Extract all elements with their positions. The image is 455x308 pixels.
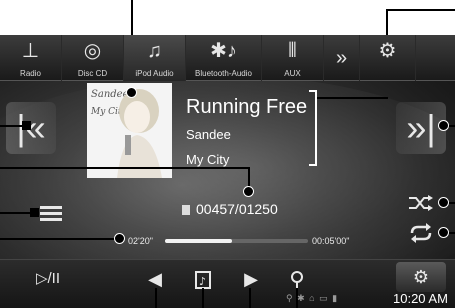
radio-antenna-icon: ⊥ (21, 40, 40, 62)
callout-dot-shuffle (438, 197, 449, 208)
progress-bar[interactable] (165, 239, 308, 243)
wrench-disc-icon: ⚙ (412, 267, 430, 287)
file-icon (182, 205, 190, 215)
callout-dot-next (438, 120, 449, 131)
forward-button[interactable]: ▶ (236, 260, 266, 298)
more-sources-button[interactable]: » (324, 35, 360, 81)
svg-text:♪: ♪ (199, 275, 206, 288)
source-bluetooth-label: Bluetooth-Audio (195, 69, 252, 78)
shuffle-button[interactable] (406, 193, 436, 213)
prev-track-button[interactable]: |« (6, 102, 56, 154)
source-radio[interactable]: ⊥ Radio (0, 35, 62, 81)
callout-line-elapsed (0, 238, 120, 240)
callout-line-track-info (317, 97, 388, 99)
elapsed-time: 02'20" (128, 236, 153, 246)
list-icon (40, 206, 62, 221)
callout-dot-track-number (243, 186, 254, 197)
source-ipod[interactable]: ♫ iPod Audio (124, 35, 186, 81)
list-button[interactable] (36, 204, 68, 222)
play-pause-button[interactable]: ▷/II (22, 260, 74, 298)
source-disc[interactable]: ◎ Disc CD (62, 35, 124, 81)
source-ipod-label: iPod Audio (135, 69, 174, 78)
source-radio-label: Radio (20, 69, 41, 78)
setup-icon: ⚙ (378, 40, 397, 62)
callout-dot-album-art (126, 87, 137, 98)
music-note-icon: ♫ (147, 40, 162, 62)
forward-icon: ▶ (244, 269, 258, 289)
prev-track-icon: |« (16, 107, 46, 148)
source-aux[interactable]: ⫴ AUX (262, 35, 324, 81)
progress-fill (165, 239, 233, 243)
callout-line-rewind (155, 288, 157, 308)
clock: 10:20 AM (393, 291, 448, 306)
bottom-control-bar: ▷/II ◀ ♪ ▶ ⚙ (0, 259, 455, 308)
track-number: 00457/01250 (182, 201, 278, 217)
setup-button[interactable]: ⚙ (360, 35, 416, 81)
aux-input-icon: ⫴ (288, 40, 297, 62)
repeat-icon (410, 223, 432, 243)
track-album: My City (186, 152, 230, 167)
callout-dot-elapsed (114, 233, 125, 244)
next-track-icon: »| (406, 107, 436, 148)
callout-dot-repeat (438, 227, 449, 238)
source-aux-label: AUX (284, 69, 301, 78)
track-artist: Sandee (186, 127, 231, 142)
setup-shortcut-button[interactable]: ⚙ (396, 262, 446, 292)
callout-line-track-info-top (386, 9, 455, 11)
total-time: 00:05'00" (312, 236, 350, 246)
callout-line-forward (249, 288, 251, 308)
shuffle-icon (409, 195, 433, 211)
track-title: Running Free (186, 96, 308, 118)
callout-line-album-view (202, 288, 204, 308)
source-disc-label: Disc CD (77, 69, 108, 78)
status-icons: ⚲ ✱ ⌂ ▭ ▮ (286, 293, 339, 303)
disc-icon: ◎ (83, 40, 102, 62)
callout-line-track-number-h (0, 167, 250, 169)
bluetooth-audio-icon: ✱♪ (210, 40, 237, 62)
source-bar: ⊥ Radio ◎ Disc CD ♫ iPod Audio ✱♪ Blueto… (0, 35, 455, 81)
more-sources-icon: » (335, 46, 348, 69)
callout-sq-prev (22, 121, 31, 130)
rewind-icon: ◀ (148, 269, 162, 289)
play-pause-icon: ▷/II (35, 270, 61, 287)
source-bluetooth-audio[interactable]: ✱♪ Bluetooth-Audio (186, 35, 262, 81)
track-number-text: 00457/01250 (196, 201, 278, 217)
repeat-button[interactable] (406, 223, 436, 243)
track-info-bracket (309, 90, 317, 166)
